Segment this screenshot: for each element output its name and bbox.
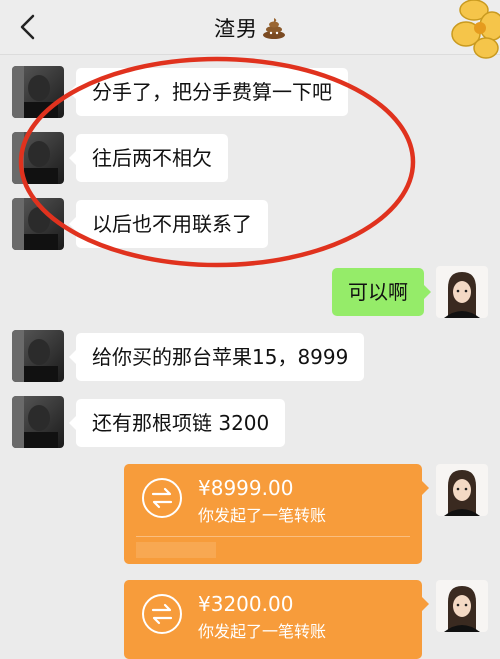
contact-avatar[interactable] — [12, 198, 64, 250]
transfer-icon — [142, 594, 182, 634]
contact-avatar[interactable] — [12, 330, 64, 382]
contact-avatar[interactable] — [12, 396, 64, 448]
transfer-divider — [136, 536, 410, 537]
self-avatar[interactable] — [436, 266, 488, 318]
transfer-card[interactable]: ¥8999.00 你发起了一笔转账 — [124, 464, 429, 564]
message-bubble[interactable]: 给你买的那台苹果15，8999 — [68, 333, 365, 381]
transfer-card[interactable]: ¥3200.00 你发起了一笔转账 — [124, 580, 429, 659]
contact-avatar[interactable] — [12, 132, 64, 184]
transfer-note: 你发起了一笔转账 — [198, 506, 327, 525]
self-avatar[interactable] — [436, 580, 488, 632]
message-bubble[interactable]: 往后两不相欠 — [69, 134, 228, 182]
transfer-icon — [142, 478, 182, 518]
poop-emoji-icon — [262, 17, 286, 44]
transfer-footer — [136, 542, 216, 558]
contact-name: 渣男 — [214, 17, 258, 41]
message-bubble[interactable]: 分手了，把分手费算一下吧 — [69, 68, 348, 116]
transfer-amount: ¥8999.00 — [198, 476, 294, 500]
message-bubble-self[interactable]: 可以啊 — [332, 268, 431, 316]
sticker-decoration — [451, 0, 500, 59]
transfer-amount: ¥3200.00 — [198, 592, 294, 616]
message-bubble[interactable]: 还有那根项链 3200 — [68, 399, 286, 447]
chat-header: 渣男 — [0, 0, 500, 59]
message-bubble[interactable]: 以后也不用联系了 — [69, 200, 268, 248]
chat-title: 渣男 — [0, 13, 500, 44]
contact-avatar[interactable] — [12, 66, 64, 118]
self-avatar[interactable] — [436, 464, 488, 516]
transfer-note: 你发起了一笔转账 — [198, 622, 327, 641]
